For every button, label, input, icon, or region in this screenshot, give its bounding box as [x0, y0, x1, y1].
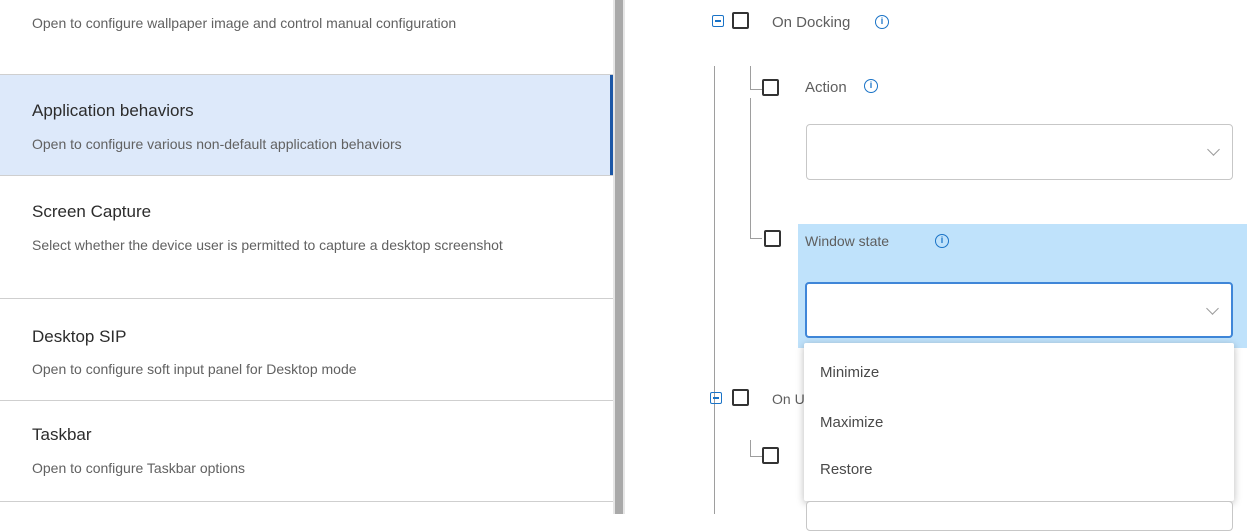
- tree-line: [750, 98, 751, 238]
- window-state-label: Window state: [805, 233, 890, 249]
- chevron-down-icon: [1207, 143, 1220, 156]
- action-label: Action: [805, 79, 847, 96]
- settings-list: Open to configure wallpaper image and co…: [0, 0, 613, 514]
- dropdown-option-minimize[interactable]: Minimize: [820, 364, 879, 381]
- window-state-checkbox[interactable]: [764, 230, 781, 247]
- settings-tree-panel: On Docking i Action i Window state i On …: [625, 0, 1247, 531]
- tree-line: [750, 66, 751, 89]
- partial-select[interactable]: [806, 501, 1233, 531]
- window-state-select[interactable]: [805, 282, 1233, 338]
- window-state-dropdown: Minimize Maximize Restore: [804, 343, 1234, 501]
- info-icon[interactable]: i: [935, 234, 949, 248]
- tree-line: [750, 440, 751, 456]
- settings-item-wallpaper[interactable]: Open to configure wallpaper image and co…: [0, 0, 613, 75]
- settings-item-taskbar[interactable]: Taskbar Open to configure Taskbar option…: [0, 401, 613, 501]
- settings-item-title: Taskbar: [32, 425, 92, 444]
- tree-line: [750, 456, 762, 457]
- collapse-icon[interactable]: [710, 392, 722, 404]
- divider: [0, 501, 613, 502]
- action-checkbox[interactable]: [762, 79, 779, 96]
- action-select[interactable]: [806, 124, 1233, 180]
- dropdown-option-restore[interactable]: Restore: [820, 461, 873, 478]
- settings-item-title: Application behaviors: [32, 101, 194, 120]
- tree-line: [750, 238, 762, 239]
- collapse-icon[interactable]: [712, 15, 724, 27]
- settings-item-title: Screen Capture: [32, 202, 152, 221]
- settings-item-title: Desktop SIP: [32, 327, 127, 346]
- settings-item-description: Open to configure Taskbar options: [32, 460, 245, 476]
- child-checkbox[interactable]: [762, 447, 779, 464]
- settings-item-description: Select whether the device user is permit…: [32, 237, 503, 253]
- settings-item-description: Open to configure soft input panel for D…: [32, 361, 357, 377]
- on-undocking-checkbox[interactable]: [732, 389, 749, 406]
- tree-line: [750, 89, 762, 90]
- info-icon[interactable]: i: [875, 15, 889, 29]
- scrollbar-thumb[interactable]: [615, 0, 623, 514]
- on-docking-label: On Docking: [772, 14, 851, 31]
- on-undocking-label: On U: [772, 391, 805, 407]
- tree-line: [714, 66, 715, 514]
- settings-item-description: Open to configure wallpaper image and co…: [32, 15, 457, 31]
- settings-item-screen-capture[interactable]: Screen Capture Select whether the device…: [0, 176, 613, 298]
- info-icon[interactable]: i: [864, 79, 878, 93]
- chevron-down-icon: [1206, 302, 1219, 315]
- settings-item-desktop-sip[interactable]: Desktop SIP Open to configure soft input…: [0, 299, 613, 400]
- settings-item-application-behaviors[interactable]: Application behaviors Open to configure …: [0, 75, 613, 175]
- settings-item-description: Open to configure various non-default ap…: [32, 136, 402, 152]
- on-docking-checkbox[interactable]: [732, 12, 749, 29]
- dropdown-option-maximize[interactable]: Maximize: [820, 414, 883, 431]
